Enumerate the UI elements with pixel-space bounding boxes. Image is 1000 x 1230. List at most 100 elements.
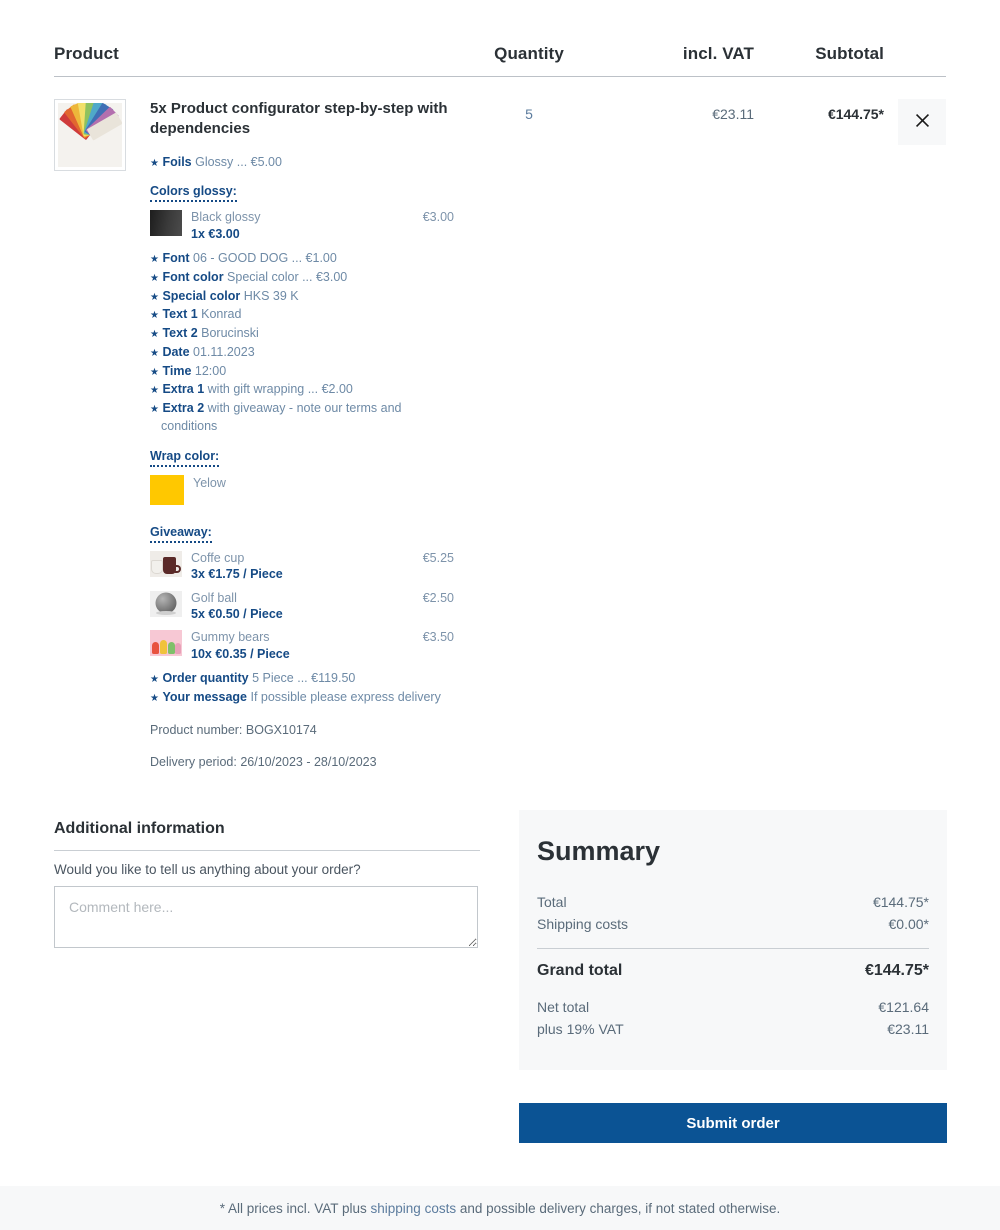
swatch-qty-price: 1x €3.00 [191,226,240,241]
star-icon: ★ [150,329,159,341]
swatch-price: €3.50 [422,630,454,645]
star-icon: ★ [150,272,159,284]
option-line: ★ Text 2 Borucinski [150,325,454,343]
swatch-price: €5.25 [422,550,454,565]
option-value: with gift wrapping ... €2.00 [207,382,353,397]
summary-value: €0.00* [888,916,929,932]
product-title[interactable]: 5x Product configurator step-by-step wit… [150,99,454,140]
star-icon: ★ [150,693,159,704]
option-line: ★ Special color HKS 39 K [150,288,454,306]
option-line: ★ Extra 2 with giveaway - note our terms… [150,400,454,436]
cart-line-item: 5x Product configurator step-by-step wit… [54,77,946,771]
swatch-qty-price: 5x €0.50 / Piece [191,607,283,622]
option-label: Time [162,363,192,378]
swatch-qty-price: 10x €0.35 / Piece [191,647,290,661]
option-line: ★ Your message If possible please expres… [150,689,454,707]
option-value: Borucinski [201,326,259,341]
option-label: Special color [162,288,241,303]
header-incl-vat: incl. VAT [682,44,754,63]
comment-textarea[interactable] [54,886,478,948]
summary-row-grand-total: Grand total €144.75* [537,958,929,986]
option-list-mid: ★ Font 06 - GOOD DOG ... €1.00 ★ Font co… [150,250,454,436]
section-heading-giveaway: Giveaway: [150,525,212,543]
summary-label: Shipping costs [537,916,629,932]
option-line: ★ Foils Glossy ... €5.00 [150,154,454,172]
close-icon [914,112,931,132]
summary-title: Summary [537,836,661,866]
option-value: If possible please express delivery [250,690,441,704]
star-icon: ★ [150,347,159,359]
option-line: ★ Time 12:00 [150,363,454,381]
checkout-page: Product Quantity incl. VAT Subtotal 5x P… [0,0,1000,1230]
star-icon: ★ [150,291,159,303]
gummy-bears-image [150,630,182,657]
swatch-price: €2.50 [422,590,454,605]
color-fan-swatch-image [58,103,122,167]
swatch-name: Coffe cup [191,550,245,565]
option-label: Font color [162,269,224,284]
golf-ball-image [150,590,182,617]
additional-information-title: Additional information [54,820,480,851]
swatch-item: Gummy bears €3.50 10x €0.35 / Piece [150,630,454,662]
option-line: ★ Date 01.11.2023 [150,344,454,362]
option-line: ★ Font 06 - GOOD DOG ... €1.00 [150,250,454,268]
option-value: Special color ... €3.00 [227,269,348,284]
swatch-item: Black glossy €3.00 1x €3.00 [150,210,454,242]
swatch-item: Yelow [150,474,454,505]
summary-row-vat: plus 19% VAT €23.11 [537,1018,929,1040]
summary-label: plus 19% VAT [537,1021,624,1037]
shipping-costs-link[interactable]: shipping costs [371,1201,457,1216]
option-value: 01.11.2023 [193,344,255,359]
option-line: ★ Extra 1 with gift wrapping ... €2.00 [150,381,454,399]
option-label: Extra 2 [162,401,205,416]
cart-table-header: Product Quantity incl. VAT Subtotal [54,44,946,77]
option-value: Konrad [201,307,242,322]
footer-prefix: * All prices incl. VAT plus [219,1200,371,1216]
summary-value: €23.11 [887,1021,929,1037]
remove-item-button[interactable] [898,99,946,145]
option-value: 5 Piece ... €119.50 [252,671,356,686]
swatch-item: Golf ball €2.50 5x €0.50 / Piece [150,590,454,623]
option-label: Extra 1 [162,382,205,397]
swatch-name: Yelow [193,475,226,490]
option-value: 06 - GOOD DOG ... €1.00 [193,251,337,266]
summary-divider [537,948,929,949]
section-heading-wrap-color: Wrap color: [150,449,220,467]
black-glossy-swatch [150,210,182,237]
submit-order-button[interactable]: Submit order [519,1103,947,1143]
coffee-cup-image [150,550,182,577]
option-line: ★ Font color Special color ... €3.00 [150,269,454,287]
option-label: Foils [162,154,192,169]
option-line: ★ Text 1 Konrad [150,306,454,324]
summary-row-net-total: Net total €121.64 [537,996,929,1018]
star-icon: ★ [150,385,159,397]
yellow-swatch [150,474,184,505]
summary-value: €144.75* [872,894,929,910]
swatch-name: Black glossy [191,210,261,225]
product-thumbnail[interactable] [54,99,126,171]
option-label: Text 1 [162,307,198,322]
line-item-quantity: 5 [525,106,533,122]
swatch-name: Golf ball [191,590,237,605]
cart-table: Product Quantity incl. VAT Subtotal 5x P… [54,44,946,771]
star-icon: ★ [150,254,159,266]
swatch-item: Coffe cup €5.25 3x €1.75 / Piece [150,550,454,583]
star-icon: ★ [150,674,159,686]
option-label: Font [162,251,190,266]
summary-panel: Summary Total €144.75* Shipping costs €0… [519,810,947,1070]
swatch-price: €3.00 [422,210,454,225]
footer-note: * All prices incl. VAT plus shipping cos… [0,1186,1000,1230]
star-icon: ★ [150,310,159,322]
star-icon: ★ [150,366,159,378]
section-heading-colors-glossy: Colors glossy: [150,184,237,203]
star-icon: ★ [150,404,159,416]
header-product: Product [54,44,119,63]
additional-information-question: Would you like to tell us anything about… [54,862,361,877]
option-value: Glossy ... €5.00 [195,154,282,169]
footer-suffix: and possible delivery charges, if not st… [456,1200,781,1216]
product-number: Product number: BOGX10174 [150,722,317,737]
option-value: 12:00 [194,363,227,378]
option-label: Order quantity [162,671,249,686]
summary-label: Total [537,894,567,910]
option-label: Date [162,344,190,359]
